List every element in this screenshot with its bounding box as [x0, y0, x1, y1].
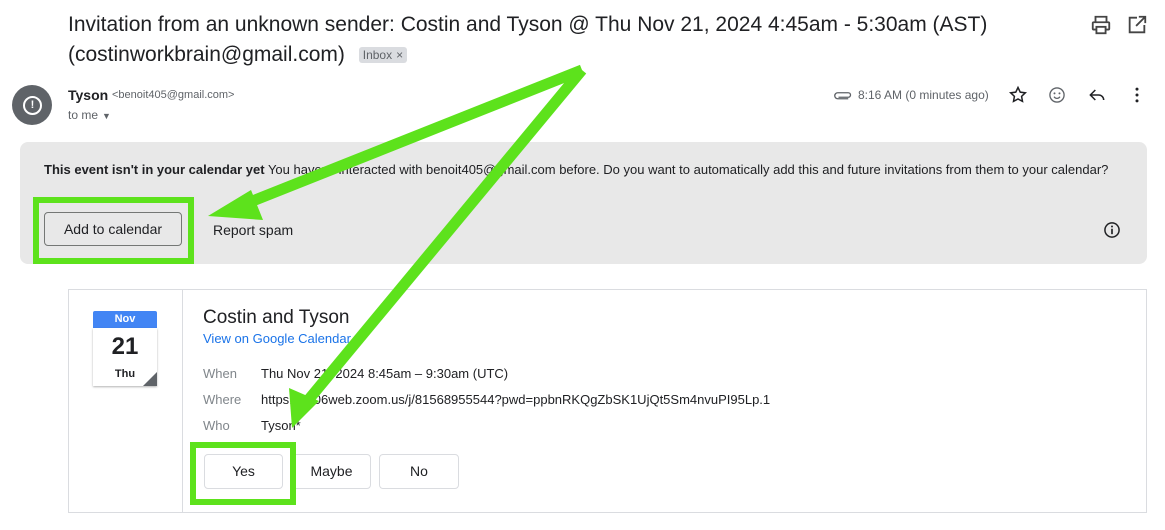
when-value: Thu Nov 21, 2024 8:45am – 9:30am (UTC)	[261, 366, 509, 381]
highlight-box-yes	[190, 442, 296, 505]
email-subject: Invitation from an unknown sender: Costi…	[68, 10, 1048, 70]
email-time: 8:16 AM (0 minutes ago)	[858, 88, 989, 102]
emoji-icon[interactable]	[1047, 85, 1067, 105]
where-link[interactable]: https://us06web.zoom.us/j/81568955544?pw…	[261, 392, 770, 407]
page-fold-icon	[143, 372, 157, 386]
attachment-icon	[834, 92, 852, 100]
where-label: Where	[203, 392, 242, 407]
report-spam-link[interactable]: Report spam	[213, 222, 293, 238]
sender-avatar: !	[12, 85, 52, 125]
chevron-down-icon: ▼	[102, 111, 111, 121]
info-icon[interactable]	[1102, 220, 1122, 240]
open-in-new-icon[interactable]	[1126, 14, 1148, 36]
when-label: When	[203, 366, 237, 381]
calendar-month: Nov	[93, 311, 157, 328]
inbox-label-badge[interactable]: Inbox ×	[358, 47, 408, 64]
print-icon[interactable]	[1090, 14, 1112, 36]
who-value: Tyson*	[261, 418, 301, 433]
highlight-box-add-to-calendar	[33, 197, 194, 264]
event-title: Costin and Tyson	[203, 307, 350, 328]
sender-name: Tyson	[68, 87, 109, 103]
who-label: Who	[203, 418, 230, 433]
more-vert-icon[interactable]	[1127, 85, 1147, 105]
calendar-day: 21	[111, 333, 139, 360]
alert-icon: !	[23, 96, 42, 115]
star-icon[interactable]	[1008, 85, 1028, 105]
sender-email: <benoit405@gmail.com>	[112, 89, 235, 101]
rsvp-no-button[interactable]: No	[379, 454, 459, 489]
subject-line-2: (costinworkbrain@gmail.com)	[68, 43, 345, 66]
view-on-google-calendar-link[interactable]: View on Google Calendar	[203, 331, 351, 346]
card-divider	[182, 289, 183, 513]
calendar-date-icon: Nov 21 Thu	[93, 311, 157, 386]
recipient-details-toggle[interactable]: to me ▼	[68, 108, 111, 122]
subject-line-1: Invitation from an unknown sender: Costi…	[68, 13, 988, 36]
remove-label-icon[interactable]: ×	[396, 48, 403, 62]
reply-icon[interactable]	[1087, 85, 1107, 105]
banner-message: This event isn't in your calendar yet Yo…	[44, 162, 1109, 177]
rsvp-maybe-button[interactable]: Maybe	[292, 454, 371, 489]
